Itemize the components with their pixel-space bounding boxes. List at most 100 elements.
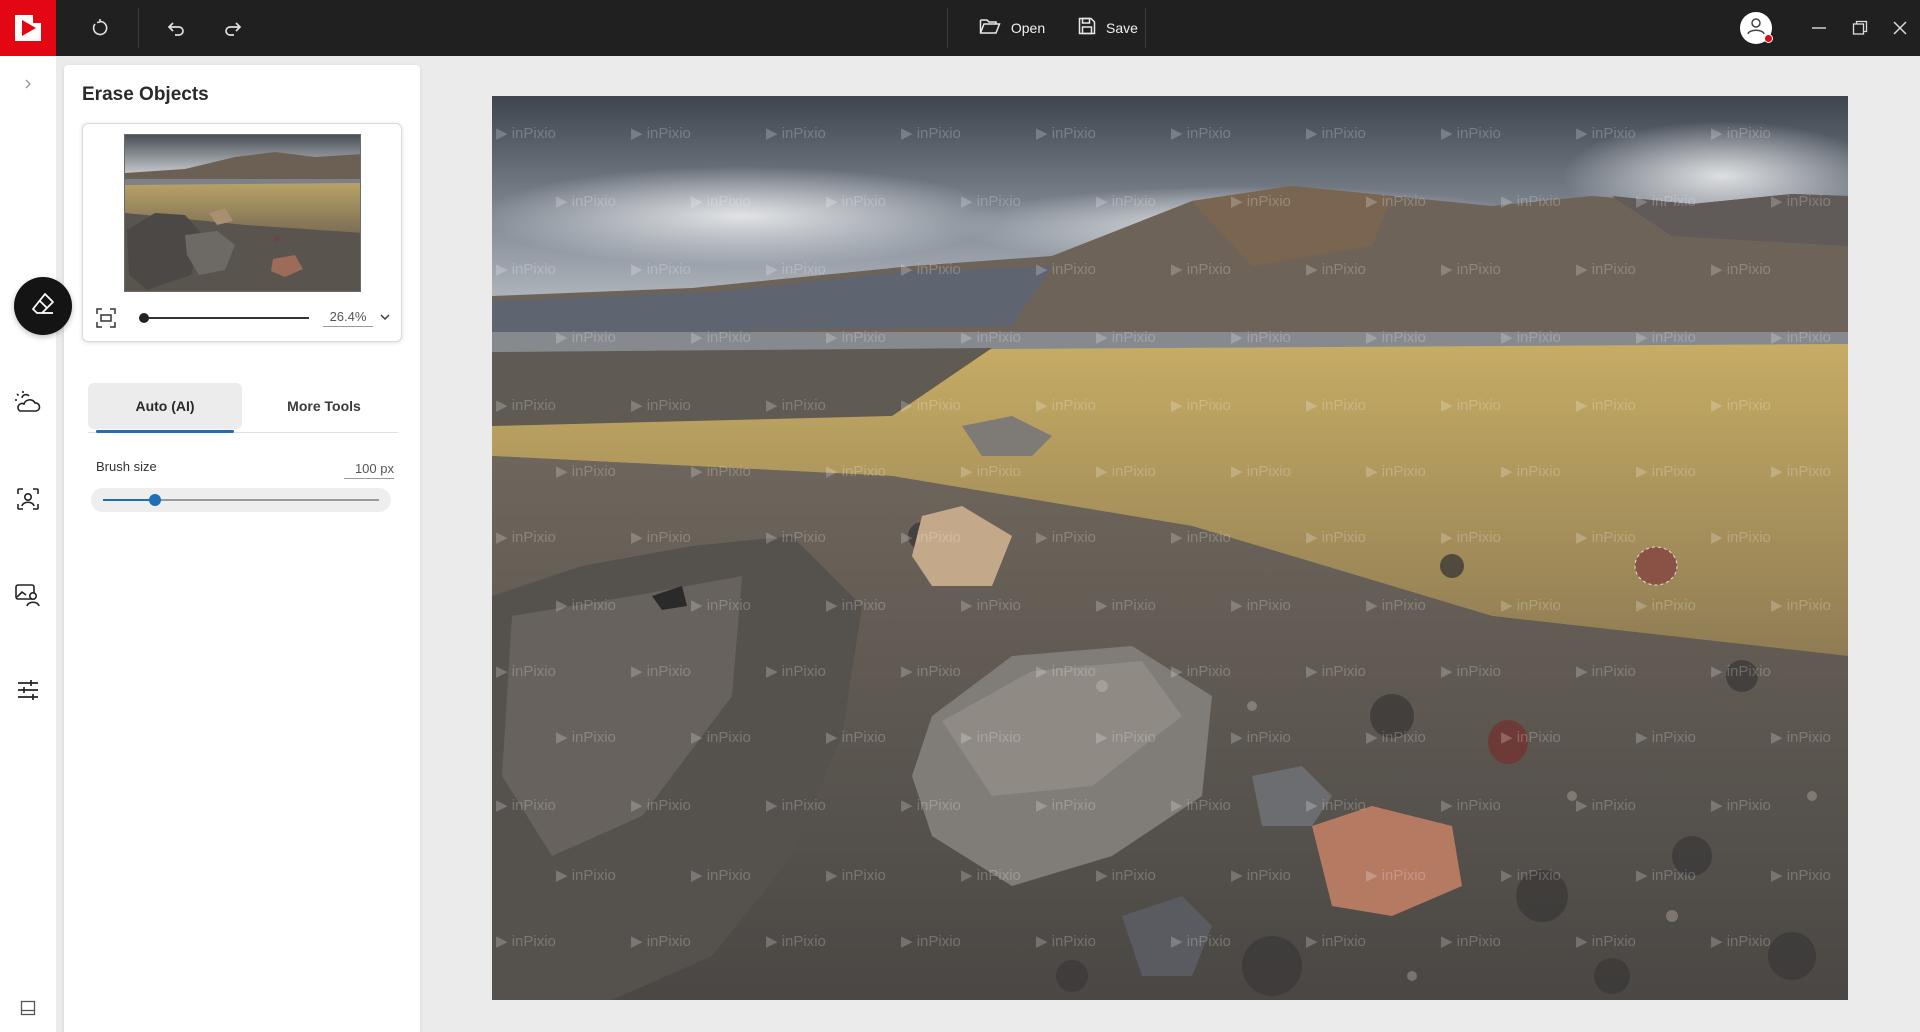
watermark-text: ▶ inPixio (1171, 261, 1231, 278)
watermark-text: ▶ inPixio (1306, 261, 1366, 278)
redo-icon[interactable] (217, 0, 249, 56)
navigator-thumbnail[interactable] (124, 134, 361, 292)
watermark-text: ▶ inPixio (631, 933, 691, 950)
watermark-text: ▶ inPixio (961, 867, 1021, 884)
watermark-text: ▶ inPixio (1576, 529, 1636, 546)
chevron-down-icon[interactable] (377, 308, 393, 326)
watermark-text: ▶ inPixio (901, 261, 961, 278)
watermark-text: ▶ inPixio (1036, 933, 1096, 950)
portrait-icon[interactable] (8, 479, 48, 519)
watermark-text: ▶ inPixio (766, 125, 826, 142)
watermark-text: ▶ inPixio (496, 797, 556, 814)
watermark-text: ▶ inPixio (556, 329, 616, 346)
watermark-text: ▶ inPixio (1441, 663, 1501, 680)
watermark-text: ▶ inPixio (1711, 933, 1771, 950)
watermark-text: ▶ inPixio (1171, 125, 1231, 142)
watermark-text: ▶ inPixio (766, 797, 826, 814)
logo-icon[interactable] (0, 0, 56, 56)
watermark-text: ▶ inPixio (1441, 125, 1501, 142)
tab-auto-ai[interactable]: Auto (AI) (88, 383, 242, 429)
watermark-text: ▶ inPixio (826, 597, 886, 614)
watermark-text: ▶ inPixio (631, 663, 691, 680)
reset-icon[interactable] (84, 0, 116, 56)
brush-size-slider[interactable] (91, 488, 391, 512)
expand-chevron-icon[interactable] (8, 64, 48, 104)
watermark-text: ▶ inPixio (496, 261, 556, 278)
watermark-text: ▶ inPixio (1036, 663, 1096, 680)
watermark-text: ▶ inPixio (766, 663, 826, 680)
adjustments-icon[interactable] (8, 670, 48, 710)
brush-slider-handle[interactable] (149, 494, 162, 506)
background-replace-icon[interactable] (8, 575, 48, 615)
minimize-icon[interactable] (1804, 0, 1834, 56)
watermark-text: ▶ inPixio (901, 933, 961, 950)
watermark-text: ▶ inPixio (901, 125, 961, 142)
open-label: Open (1010, 20, 1046, 36)
folder-open-icon (979, 17, 1001, 40)
close-icon[interactable] (1885, 0, 1915, 56)
watermark-text: ▶ inPixio (826, 867, 886, 884)
bottom-panel-icon[interactable] (8, 988, 48, 1028)
watermark-text: ▶ inPixio (631, 397, 691, 414)
zoom-value[interactable]: 26.4% (323, 309, 373, 327)
watermark-text: ▶ inPixio (1711, 797, 1771, 814)
watermark-text: ▶ inPixio (556, 597, 616, 614)
watermark-text: ▶ inPixio (1096, 463, 1156, 480)
watermark-text: ▶ inPixio (766, 933, 826, 950)
watermark-text: ▶ inPixio (1771, 193, 1831, 210)
watermark-text: ▶ inPixio (1306, 397, 1366, 414)
watermark-text: ▶ inPixio (1366, 463, 1426, 480)
restore-icon[interactable] (1845, 0, 1875, 56)
tool-rail (0, 56, 56, 1032)
watermark-text: ▶ inPixio (496, 397, 556, 414)
watermark-text: ▶ inPixio (631, 797, 691, 814)
watermark-text: ▶ inPixio (1306, 797, 1366, 814)
watermark-text: ▶ inPixio (1036, 797, 1096, 814)
open-button[interactable]: Open (962, 0, 1062, 56)
watermark-text: ▶ inPixio (631, 529, 691, 546)
watermark-text: ▶ inPixio (1366, 193, 1426, 210)
watermark-text: ▶ inPixio (901, 529, 961, 546)
watermark-text: ▶ inPixio (691, 193, 751, 210)
fit-to-screen-icon[interactable] (95, 307, 117, 334)
eraser-icon (30, 291, 56, 322)
watermark-text: ▶ inPixio (1441, 529, 1501, 546)
landscape-photo (492, 96, 1848, 1000)
watermark-text: ▶ inPixio (1711, 397, 1771, 414)
watermark-text: ▶ inPixio (1366, 729, 1426, 746)
watermark-text: ▶ inPixio (1771, 597, 1831, 614)
tab-more-tools[interactable]: More Tools (250, 383, 398, 429)
save-button[interactable]: Save (1058, 0, 1158, 56)
undo-icon[interactable] (160, 0, 192, 56)
watermark-text: ▶ inPixio (1636, 193, 1696, 210)
watermark-text: ▶ inPixio (766, 261, 826, 278)
watermark-text: ▶ inPixio (1366, 867, 1426, 884)
watermark-text: ▶ inPixio (1441, 397, 1501, 414)
watermark-text: ▶ inPixio (1366, 597, 1426, 614)
watermark-text: ▶ inPixio (496, 125, 556, 142)
save-label: Save (1106, 20, 1138, 36)
toolbar-divider (1145, 8, 1146, 48)
watermark-text: ▶ inPixio (1771, 329, 1831, 346)
image-canvas[interactable]: ▶ inPixio ▶ inPixio ▶ inPixio ▶ inPixio ▶ in… (492, 96, 1848, 1000)
watermark-text: ▶ inPixio (1501, 867, 1561, 884)
watermark-text: ▶ inPixio (1441, 797, 1501, 814)
watermark-text: ▶ inPixio (1501, 597, 1561, 614)
zoom-slider-track[interactable] (141, 317, 309, 319)
weather-sky-icon[interactable] (8, 382, 48, 422)
watermark-text: ▶ inPixio (1171, 933, 1231, 950)
watermark-text: ▶ inPixio (556, 729, 616, 746)
watermark-text: ▶ inPixio (1441, 933, 1501, 950)
erase-objects-panel: Erase Objects 26.4% Auto (AI) More Tools… (64, 65, 420, 1032)
save-icon (1078, 17, 1096, 40)
watermark-text: ▶ inPixio (1636, 463, 1696, 480)
eraser-tool-button[interactable] (14, 277, 72, 335)
watermark-text: ▶ inPixio (1096, 329, 1156, 346)
user-account-button[interactable] (1740, 12, 1773, 44)
zoom-slider-handle[interactable] (139, 313, 150, 323)
watermark-text: ▶ inPixio (766, 529, 826, 546)
watermark-text: ▶ inPixio (631, 261, 691, 278)
brush-size-value[interactable]: 100 px (344, 461, 394, 479)
active-tab-indicator (96, 430, 234, 433)
top-toolbar: Open Save (0, 0, 1920, 56)
